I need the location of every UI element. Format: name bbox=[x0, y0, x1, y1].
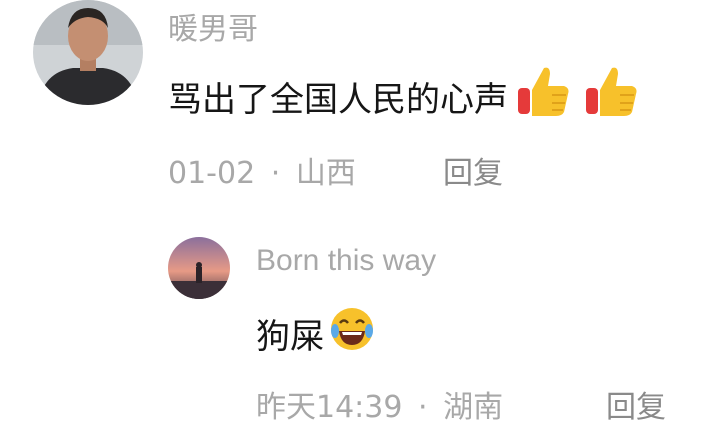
laughing-tears-icon bbox=[328, 305, 376, 372]
reply-location: 湖南 bbox=[443, 390, 504, 425]
reply-meta: 昨天14:39 · 湖南 bbox=[256, 382, 503, 426]
comment-username[interactable]: 暖男哥 bbox=[168, 4, 258, 48]
meta-separator: · bbox=[270, 156, 281, 191]
comment-text-body: 骂出了全国人民的心声 bbox=[168, 80, 508, 120]
thumbs-up-icon bbox=[582, 62, 642, 141]
comment-text: 骂出了全国人民的心声 bbox=[168, 62, 642, 122]
reply-text-body: 狗屎 bbox=[256, 317, 324, 357]
comment-meta: 01-02 · 山西 bbox=[168, 148, 356, 192]
reply-date: 昨天14:39 bbox=[256, 390, 403, 425]
meta-separator: · bbox=[418, 390, 428, 425]
reply-button[interactable]: 回复 bbox=[443, 148, 503, 192]
avatar[interactable] bbox=[168, 237, 230, 299]
comment-date: 01-02 bbox=[168, 156, 256, 191]
reply-username[interactable]: Born this way bbox=[256, 244, 436, 278]
thumbs-up-icon bbox=[514, 62, 574, 141]
reply-text: 狗屎 bbox=[256, 305, 376, 365]
avatar[interactable] bbox=[33, 0, 143, 105]
comment-location: 山西 bbox=[295, 156, 356, 191]
reply-button[interactable]: 回复 bbox=[606, 382, 666, 426]
